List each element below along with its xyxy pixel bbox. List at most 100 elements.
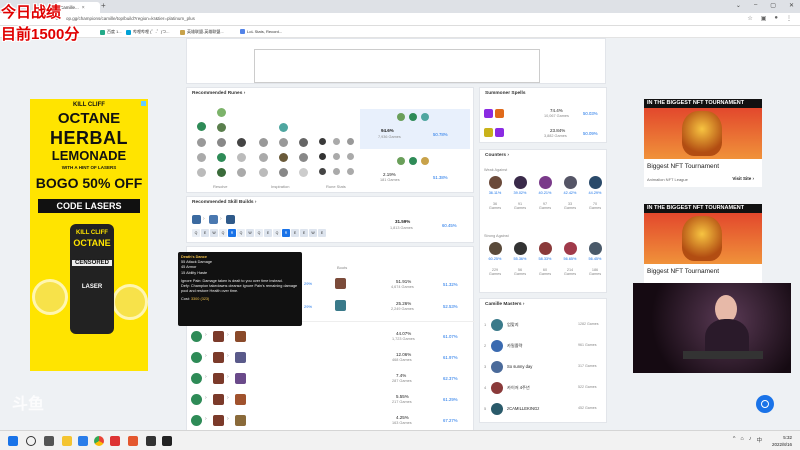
close-window-icon[interactable]: ✕: [789, 2, 794, 9]
core-item-row[interactable]: › › 4.25% 163 Games 67.27%: [187, 413, 475, 430]
counter-champion[interactable]: 39.02% 91 Games: [509, 176, 531, 226]
counters-header: Counters ›: [485, 153, 509, 158]
rune-icon: [197, 122, 206, 131]
close-tab-icon[interactable]: ×: [82, 5, 85, 11]
bookmark-item[interactable]: 英雄联盟-英雄联盟...: [180, 29, 224, 35]
rune-icon: [259, 168, 268, 177]
item-games: 468 Games: [392, 358, 412, 362]
core-item-row[interactable]: › › 12.06% 468 Games 61.97%: [187, 350, 475, 368]
counter-champion[interactable]: 56.45% 186 Games: [584, 242, 606, 292]
summoner-avatar: [491, 361, 503, 373]
ad-choices-icon[interactable]: [141, 101, 146, 106]
counter-champion[interactable]: 60.25% 229 Games: [484, 242, 506, 292]
bookmark-favicon-icon: [240, 29, 245, 34]
skill-order-chip: R: [228, 229, 236, 237]
summoner-avatar: [491, 403, 503, 415]
counter-champion[interactable]: 42.42% 33 Games: [559, 176, 581, 226]
rune-icon: [421, 113, 429, 121]
skill-order-chip: W: [210, 229, 218, 237]
file-explorer-icon[interactable]: [62, 436, 72, 446]
rune-icon: [409, 157, 417, 165]
core-item-row[interactable]: › › 44.07% 1,723 Games 61.07%: [187, 329, 475, 347]
counter-games-label: Games: [538, 206, 552, 210]
runes-panel: Recommended Runes › Resolve Inspiration …: [186, 87, 474, 193]
store-icon[interactable]: [78, 436, 88, 446]
chevron-right-icon: ›: [227, 416, 229, 422]
master-row[interactable]: 3 So sunny day 317 Games: [480, 359, 608, 377]
volume-icon[interactable]: ♪: [749, 436, 752, 444]
rune-icon: [237, 138, 246, 147]
search-icon[interactable]: [26, 436, 36, 446]
counter-champion[interactable]: 55.36% 56 Games: [509, 242, 531, 292]
master-row[interactable]: 1 엄맞지 1282 Games: [480, 317, 608, 335]
chevron-right-icon: ›: [220, 216, 222, 222]
skill-q-icon: [192, 215, 201, 224]
profile-icon[interactable]: ●: [774, 15, 778, 22]
master-games: 1282 Games: [578, 322, 599, 326]
master-name: 카이저 4주년: [507, 385, 530, 390]
master-row[interactable]: 5 zCAMILLEKINGz 452 Games: [480, 401, 608, 419]
right-advertisement[interactable]: IN THE BIGGEST NFT TOURNAMENT Biggest NF…: [644, 99, 762, 187]
counter-champion[interactable]: 56.65% 214 Games: [559, 242, 581, 292]
app-icon[interactable]: [128, 436, 138, 446]
master-name: So sunny day: [507, 364, 533, 369]
bookmark-item[interactable]: 百度 1...: [100, 29, 122, 35]
visit-site-button[interactable]: Visit Site ›: [732, 176, 754, 181]
counter-champion[interactable]: 36.11% 36 Games: [484, 176, 506, 226]
counter-champion[interactable]: 58.33% 60 Games: [534, 242, 556, 292]
chrome-icon[interactable]: [94, 436, 104, 446]
browser-tab[interactable]: Camille... ×: [56, 2, 100, 13]
counter-games-label: Games: [513, 206, 527, 210]
tooltip-cost-label: Cost:: [181, 297, 190, 302]
address-bar: ⟳ op.gg/champions/camille/top/build?regi…: [0, 13, 800, 26]
new-tab-icon[interactable]: +: [101, 1, 106, 10]
app-icon[interactable]: [146, 436, 156, 446]
master-row[interactable]: 4 카이저 4주년 522 Games: [480, 380, 608, 398]
extensions-icon[interactable]: ▣: [761, 15, 767, 22]
skill-order-chip: E: [300, 229, 308, 237]
counter-champion[interactable]: 40.21% 97 Games: [534, 176, 556, 226]
spell-games: 3,882 Games: [544, 134, 567, 138]
bookmark-star-icon[interactable]: ☆: [747, 15, 752, 22]
clock-time: 5:32: [783, 435, 792, 440]
item-pick-rate: 4.25%: [396, 415, 409, 420]
network-icon[interactable]: ⌂: [740, 436, 743, 444]
system-clock[interactable]: 5:32 2022/8/16: [772, 434, 792, 448]
bookmark-item[interactable]: 哔哩哔哩 (゜-゜)つ...: [126, 29, 169, 35]
core-item-row[interactable]: › › 7.4% 287 Games 62.37%: [187, 371, 475, 389]
item-boots-icon: [335, 300, 346, 311]
master-name: 엄맞지: [507, 322, 519, 327]
item-icon: [213, 331, 224, 342]
url-field[interactable]: op.gg/champions/camille/top/build?region…: [66, 16, 195, 21]
maximize-icon[interactable]: ▢: [770, 2, 776, 9]
skill-order-chip: Q: [273, 229, 281, 237]
counter-games-label: Games: [563, 206, 577, 210]
ad-brand: KILL CLIFF: [73, 102, 105, 108]
app-icon[interactable]: [162, 436, 172, 446]
tab-search-icon[interactable]: ⌄: [736, 2, 741, 9]
bookmark-item[interactable]: LoL Stats, Record...: [240, 29, 282, 34]
master-games: 317 Games: [578, 364, 597, 368]
counter-champion[interactable]: 44.29% 70 Games: [584, 176, 606, 226]
chat-help-button[interactable]: [756, 395, 774, 413]
rune-icon: [217, 123, 226, 132]
menu-icon[interactable]: ⋮: [786, 15, 792, 22]
champion-portrait: [488, 176, 502, 189]
minimize-icon[interactable]: –: [754, 2, 757, 9]
item-side-value: 29%: [304, 304, 313, 309]
master-games: 522 Games: [578, 385, 597, 389]
app-icon[interactable]: [110, 436, 120, 446]
champion-portrait: [563, 176, 577, 189]
champion-portrait: [563, 242, 577, 255]
task-view-icon[interactable]: [44, 436, 54, 446]
core-item-row[interactable]: › › 5.55% 217 Games 61.29%: [187, 392, 475, 410]
master-row[interactable]: 2 카밀즐략 961 Games: [480, 338, 608, 356]
right-advertisement[interactable]: IN THE BIGGEST NFT TOURNAMENT Biggest NF…: [644, 204, 762, 284]
counter-games-label: Games: [488, 272, 502, 276]
left-advertisement[interactable]: KILL CLIFF OCTANE HERBAL LEMONADE WITH A…: [30, 99, 148, 371]
input-method-icon[interactable]: 中: [756, 436, 762, 444]
start-icon[interactable]: [8, 436, 18, 446]
chevron-right-icon: ›: [205, 353, 207, 359]
tray-chevron-icon[interactable]: ^: [733, 436, 736, 444]
rune-icon: [279, 138, 288, 147]
